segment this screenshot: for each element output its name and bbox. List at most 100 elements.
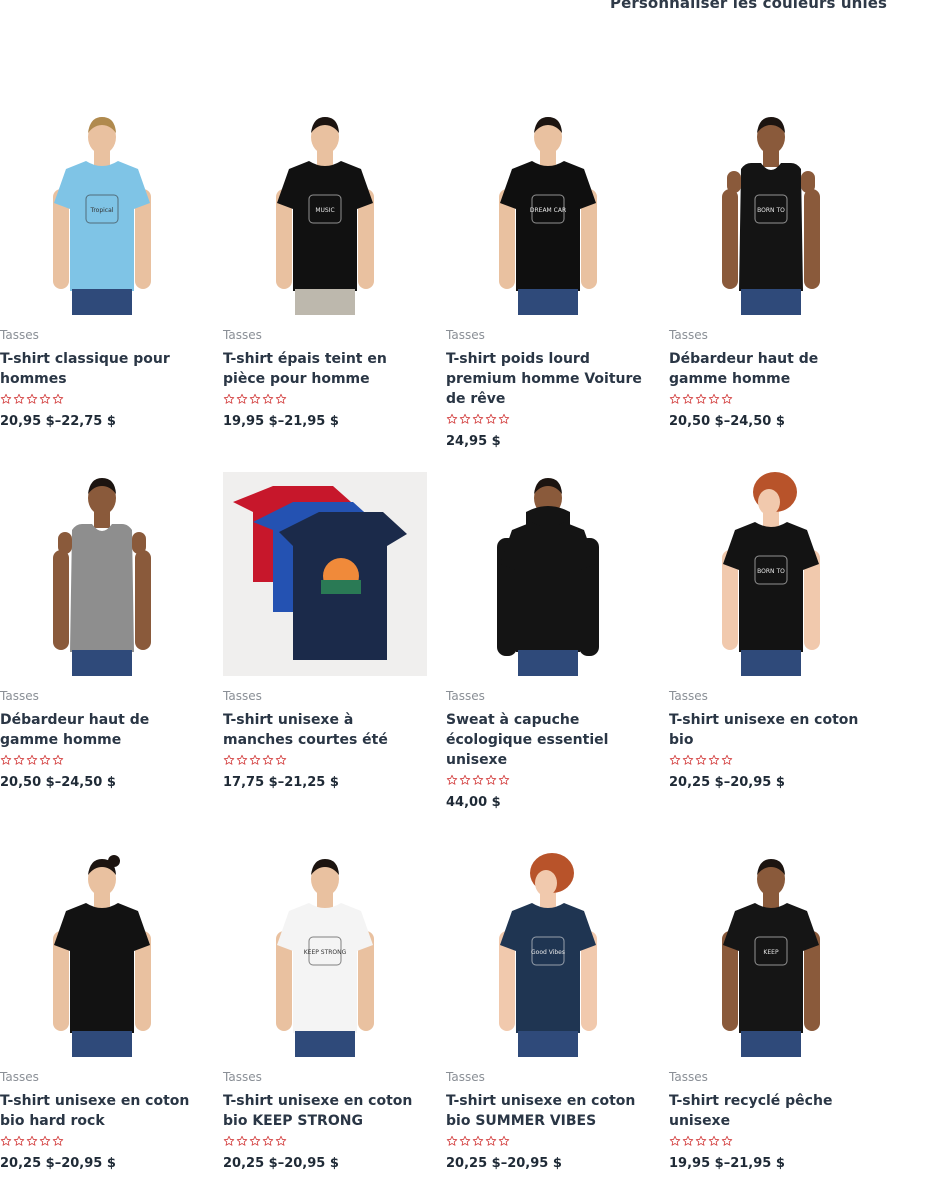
star-icon (52, 754, 64, 765)
product-title[interactable]: T-shirt classique pour hommes (0, 349, 204, 389)
product-category[interactable]: Tasses (0, 688, 204, 704)
svg-text:KEEP: KEEP (763, 949, 779, 956)
product-card[interactable]: KEEP Tasses T-shirt recyclé pêche unisexe 1… (669, 853, 873, 1173)
product-image[interactable] (0, 472, 204, 676)
product-image[interactable] (223, 472, 427, 676)
product-title[interactable]: Sweat à capuche écologique essentiel uni… (446, 710, 650, 770)
svg-text:BORN TO: BORN TO (757, 207, 785, 214)
product-image[interactable]: MUSIC (223, 111, 427, 315)
product-image[interactable] (0, 853, 204, 1057)
product-category[interactable]: Tasses (223, 327, 427, 343)
star-icon (236, 754, 248, 765)
product-title[interactable]: T-shirt épais teint en pièce pour homme (223, 349, 427, 389)
product-card[interactable]: Tasses Débardeur haut de gamme homme 20,50… (0, 472, 204, 792)
svg-text:MUSIC: MUSIC (315, 207, 334, 214)
product-price: 20,25 $–20,95 $ (0, 1156, 116, 1171)
product-category[interactable]: Tasses (223, 1069, 427, 1085)
product-price: 20,95 $–22,75 $ (0, 414, 116, 429)
product-card[interactable]: BORN TO Tasses Débardeur haut de gamme hom… (669, 111, 873, 431)
star-icon (459, 1135, 471, 1146)
star-icon (262, 754, 274, 765)
product-photo: MUSIC (276, 117, 374, 315)
star-icon (708, 1135, 720, 1146)
star-icon (708, 754, 720, 765)
product-title[interactable]: T-shirt unisexe en coton bio SUMMER VIBE… (446, 1091, 650, 1131)
star-icon (485, 1135, 497, 1146)
product-title[interactable]: Débardeur haut de gamme homme (669, 349, 873, 389)
product-card[interactable]: MUSIC Tasses T-shirt épais teint en pièce … (223, 111, 427, 431)
star-icon (39, 754, 51, 765)
star-icon (39, 1135, 51, 1146)
product-image[interactable]: BORN TO (669, 472, 873, 676)
product-title[interactable]: T-shirt poids lourd premium homme Voitur… (446, 349, 650, 409)
product-photo: DREAM CAR (499, 117, 597, 315)
shop-page: Personnaliser les couleurs unies Tropica… (0, 0, 926, 1200)
star-icon (262, 393, 274, 404)
product-category[interactable]: Tasses (223, 688, 427, 704)
product-category[interactable]: Tasses (446, 1069, 650, 1085)
product-card[interactable]: Tasses Sweat à capuche écologique essenti… (446, 472, 650, 812)
svg-text:DREAM CAR: DREAM CAR (530, 207, 566, 214)
product-category[interactable]: Tasses (0, 327, 204, 343)
product-title[interactable]: T-shirt unisexe en coton bio hard rock (0, 1091, 204, 1131)
product-price: 20,50 $–24,50 $ (669, 414, 785, 429)
product-title[interactable]: T-shirt unisexe en coton bio (669, 710, 873, 750)
star-icon (249, 754, 261, 765)
product-photo: BORN TO (722, 117, 820, 315)
product-card[interactable]: DREAM CAR Tasses T-shirt poids lourd premi… (446, 111, 650, 451)
product-category[interactable]: Tasses (669, 1069, 873, 1085)
product-title[interactable]: T-shirt unisexe en coton bio KEEP STRONG (223, 1091, 427, 1131)
product-category[interactable]: Tasses (0, 1069, 204, 1085)
product-title[interactable]: Débardeur haut de gamme homme (0, 710, 204, 750)
rating-stars (223, 1135, 427, 1149)
star-icon (695, 393, 707, 404)
product-image[interactable]: BORN TO (669, 111, 873, 315)
star-icon (26, 393, 38, 404)
star-icon (669, 393, 681, 404)
product-image[interactable]: KEEP STRONG (223, 853, 427, 1057)
product-photo: KEEP (722, 859, 820, 1057)
product-category[interactable]: Tasses (669, 327, 873, 343)
product-card[interactable]: Tasses T-shirt unisexe en coton bio hard … (0, 853, 204, 1173)
star-icon (223, 754, 235, 765)
product-price: 20,50 $–24,50 $ (0, 775, 116, 790)
product-card[interactable]: Good Vibes Tasses T-shirt unisexe en coton… (446, 853, 650, 1173)
star-icon (52, 1135, 64, 1146)
star-icon (236, 393, 248, 404)
star-icon (498, 774, 510, 785)
rating-stars (446, 1135, 650, 1149)
product-category[interactable]: Tasses (669, 688, 873, 704)
product-image[interactable] (446, 472, 650, 676)
product-price: 24,95 $ (446, 434, 501, 449)
star-icon (13, 393, 25, 404)
product-price: 17,75 $–21,25 $ (223, 775, 339, 790)
product-image[interactable]: Tropical (0, 111, 204, 315)
star-icon (39, 393, 51, 404)
product-card[interactable]: Tasses T-shirt unisexe à manches courtes … (223, 472, 427, 792)
product-title[interactable]: T-shirt recyclé pêche unisexe (669, 1091, 873, 1131)
product-image[interactable]: KEEP (669, 853, 873, 1057)
rating-stars (0, 754, 204, 768)
star-icon (26, 754, 38, 765)
product-card[interactable]: Tropical Tasses T-shirt classique pour hom… (0, 111, 204, 431)
star-icon (0, 1135, 12, 1146)
product-photo: Tropical (53, 117, 151, 315)
product-image[interactable]: Good Vibes (446, 853, 650, 1057)
product-card[interactable]: BORN TO Tasses T-shirt unisexe en coton bi… (669, 472, 873, 792)
star-icon (446, 413, 458, 424)
rating-stars (0, 1135, 204, 1149)
product-image[interactable]: DREAM CAR (446, 111, 650, 315)
star-icon (485, 774, 497, 785)
star-icon (472, 1135, 484, 1146)
star-icon (721, 393, 733, 404)
star-icon (13, 754, 25, 765)
star-icon (669, 1135, 681, 1146)
product-category[interactable]: Tasses (446, 688, 650, 704)
product-title[interactable]: T-shirt unisexe à manches courtes été (223, 710, 427, 750)
customize-colors-link[interactable]: Personnaliser les couleurs unies (610, 0, 887, 12)
product-category[interactable]: Tasses (446, 327, 650, 343)
rating-stars (223, 754, 427, 768)
product-price: 19,95 $–21,95 $ (669, 1156, 785, 1171)
product-card[interactable]: KEEP STRONG Tasses T-shirt unisexe en coto… (223, 853, 427, 1173)
rating-stars (0, 393, 204, 407)
